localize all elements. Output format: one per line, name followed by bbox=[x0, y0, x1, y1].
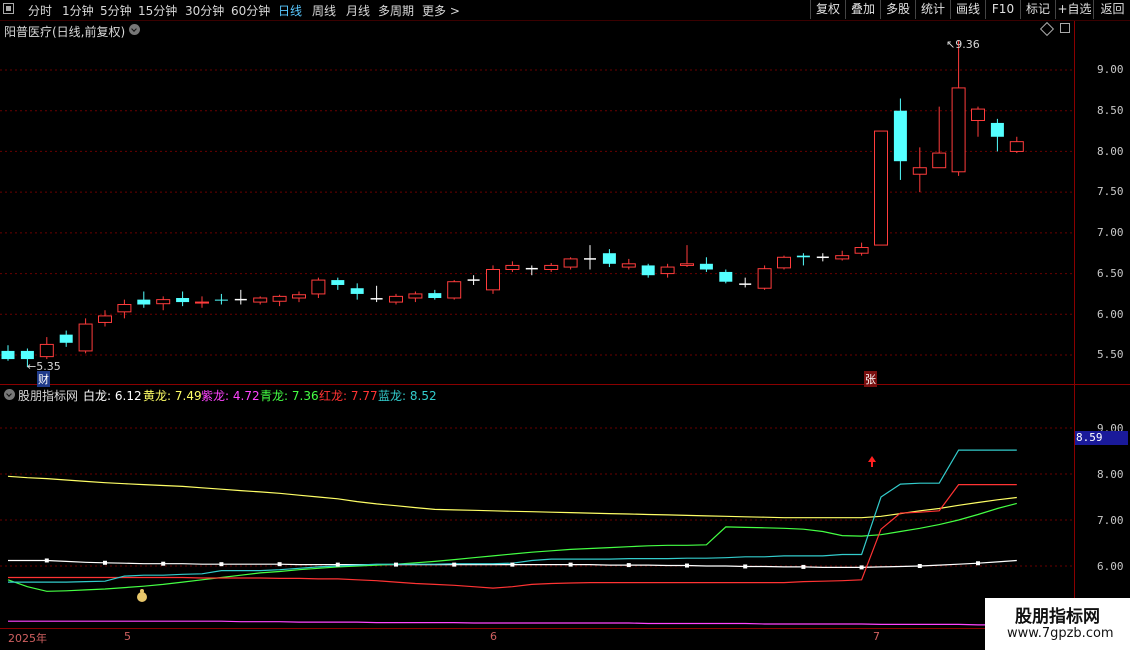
ind-y-tick-7.00: 7.00 bbox=[1097, 514, 1124, 527]
bailong-marker bbox=[626, 563, 631, 568]
bailong-marker bbox=[801, 564, 806, 569]
money-bag-knot bbox=[140, 589, 144, 593]
back-button[interactable]: 返回 bbox=[1093, 0, 1130, 19]
y-tick-8.50: 8.50 bbox=[1097, 104, 1124, 117]
bailong-marker bbox=[277, 562, 282, 567]
bailong-marker bbox=[161, 561, 166, 566]
watermark-url: www.7gpzb.com bbox=[1007, 626, 1114, 641]
y-tick-7.50: 7.50 bbox=[1097, 185, 1124, 198]
series-line-紫龙 bbox=[8, 620, 1017, 626]
y-tick-6.50: 6.50 bbox=[1097, 267, 1124, 280]
y-tick-7.00: 7.00 bbox=[1097, 226, 1124, 239]
bailong-marker bbox=[44, 558, 49, 563]
y-tick-5.50: 5.50 bbox=[1097, 348, 1124, 361]
y-tick-6.00: 6.00 bbox=[1097, 308, 1124, 321]
date-label-july: 7 bbox=[873, 630, 880, 643]
money-bag-icon bbox=[137, 592, 147, 602]
bailong-marker bbox=[976, 561, 980, 566]
bailong-marker bbox=[219, 562, 224, 567]
site-watermark: 股朋指标网 www.7gpzb.com bbox=[985, 598, 1130, 650]
y-tick-8.00: 8.00 bbox=[1097, 145, 1124, 158]
indicator-chart[interactable] bbox=[0, 0, 1074, 650]
watermark-title: 股朋指标网 bbox=[1015, 607, 1100, 627]
series-line-青龙 bbox=[7, 502, 1017, 592]
date-label-may: 5 bbox=[124, 630, 131, 643]
current-value-badge: 8.59 bbox=[1075, 431, 1128, 445]
bailong-marker bbox=[568, 562, 573, 567]
bailong-marker bbox=[394, 562, 398, 567]
y-axis-separator bbox=[1074, 21, 1075, 629]
ind-y-tick-6.00: 6.00 bbox=[1097, 560, 1124, 573]
series-line-黄龙 bbox=[7, 475, 1017, 519]
bailong-marker bbox=[685, 563, 689, 568]
bailong-marker bbox=[452, 562, 457, 567]
y-tick-9.00: 9.00 bbox=[1097, 63, 1124, 76]
series-line-蓝龙 bbox=[8, 449, 1017, 583]
bailong-marker bbox=[103, 560, 107, 565]
date-label-june: 6 bbox=[490, 630, 497, 643]
bailong-marker bbox=[510, 562, 515, 567]
ind-y-tick-8.00: 8.00 bbox=[1097, 468, 1124, 481]
bailong-marker bbox=[335, 562, 340, 567]
date-label-year: 2025年 bbox=[8, 632, 47, 645]
bailong-marker bbox=[859, 565, 864, 570]
buy-signal-arrow-icon bbox=[868, 456, 876, 467]
bailong-marker bbox=[917, 564, 922, 568]
bailong-marker bbox=[743, 564, 748, 569]
